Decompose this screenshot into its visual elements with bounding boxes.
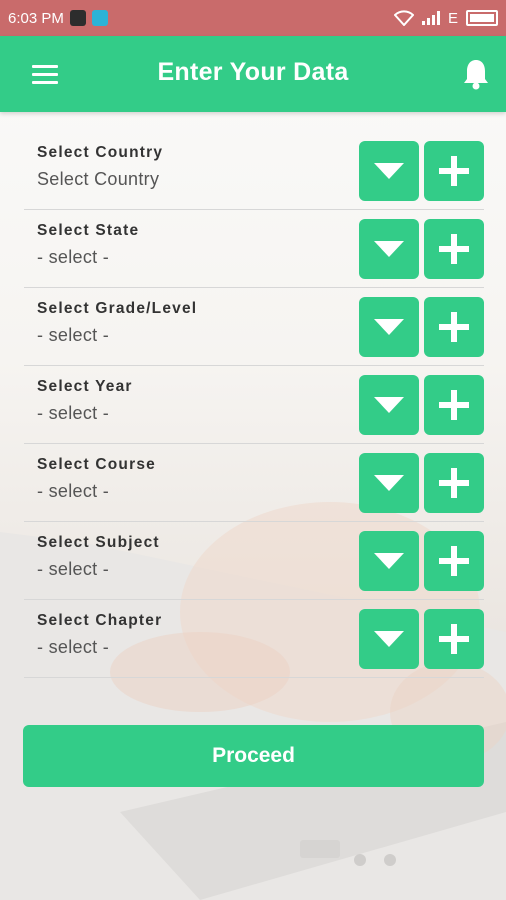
field-row-subject: Select Subject - select - [24,522,484,600]
field-value[interactable]: - select - [37,637,109,658]
dropdown-button[interactable] [359,375,419,435]
add-button[interactable] [424,609,484,669]
field-row-year: Select Year - select - [24,366,484,444]
field-label: Select State [37,222,140,239]
status-icons: E [393,0,498,36]
status-time: 6:03 PM [8,9,64,27]
app-bar: Enter Your Data [0,36,506,112]
dropdown-button[interactable] [359,531,419,591]
add-button[interactable] [424,141,484,201]
add-button[interactable] [424,297,484,357]
field-row-state: Select State - select - [24,210,484,288]
field-value[interactable]: - select - [37,559,109,580]
add-button[interactable] [424,219,484,279]
dropdown-button[interactable] [359,141,419,201]
notification-app-icon [91,10,108,26]
field-value[interactable]: Select Country [37,169,159,190]
wifi-icon [393,10,414,26]
field-row-country: Select Country Select Country [24,132,484,210]
field-label: Select Year [37,378,133,395]
dropdown-button[interactable] [359,609,419,669]
dropdown-button[interactable] [359,297,419,357]
field-row-chapter: Select Chapter - select - [24,600,484,678]
add-button[interactable] [424,375,484,435]
battery-icon [466,10,498,26]
field-value[interactable]: - select - [37,481,109,502]
signal-icon [421,11,440,25]
page-title: Enter Your Data [157,58,349,86]
field-label: Select Country [37,144,164,161]
network-type: E [447,9,458,27]
dropdown-button[interactable] [359,453,419,513]
dropdown-arrow-icon [374,319,404,335]
field-label: Select Subject [37,534,160,551]
field-value[interactable]: - select - [37,403,109,424]
field-value[interactable]: - select - [37,247,109,268]
proceed-button[interactable]: Proceed [23,725,484,787]
field-row-grade: Select Grade/Level - select - [24,288,484,366]
field-value[interactable]: - select - [37,325,109,346]
data-form: Select Country Select Country Select Sta… [24,132,484,678]
dropdown-arrow-icon [374,553,404,569]
dropdown-button[interactable] [359,219,419,279]
status-bar: 6:03 PM E [0,0,506,36]
dropdown-arrow-icon [374,631,404,647]
add-button[interactable] [424,531,484,591]
field-row-course: Select Course - select - [24,444,484,522]
dropdown-arrow-icon [374,163,404,179]
notification-app-icon [69,10,86,26]
dropdown-arrow-icon [374,475,404,491]
field-label: Select Grade/Level [37,300,198,317]
bell-icon[interactable] [462,58,490,90]
dropdown-arrow-icon [374,397,404,413]
add-button[interactable] [424,453,484,513]
field-label: Select Course [37,456,156,473]
dropdown-arrow-icon [374,241,404,257]
field-label: Select Chapter [37,612,163,629]
